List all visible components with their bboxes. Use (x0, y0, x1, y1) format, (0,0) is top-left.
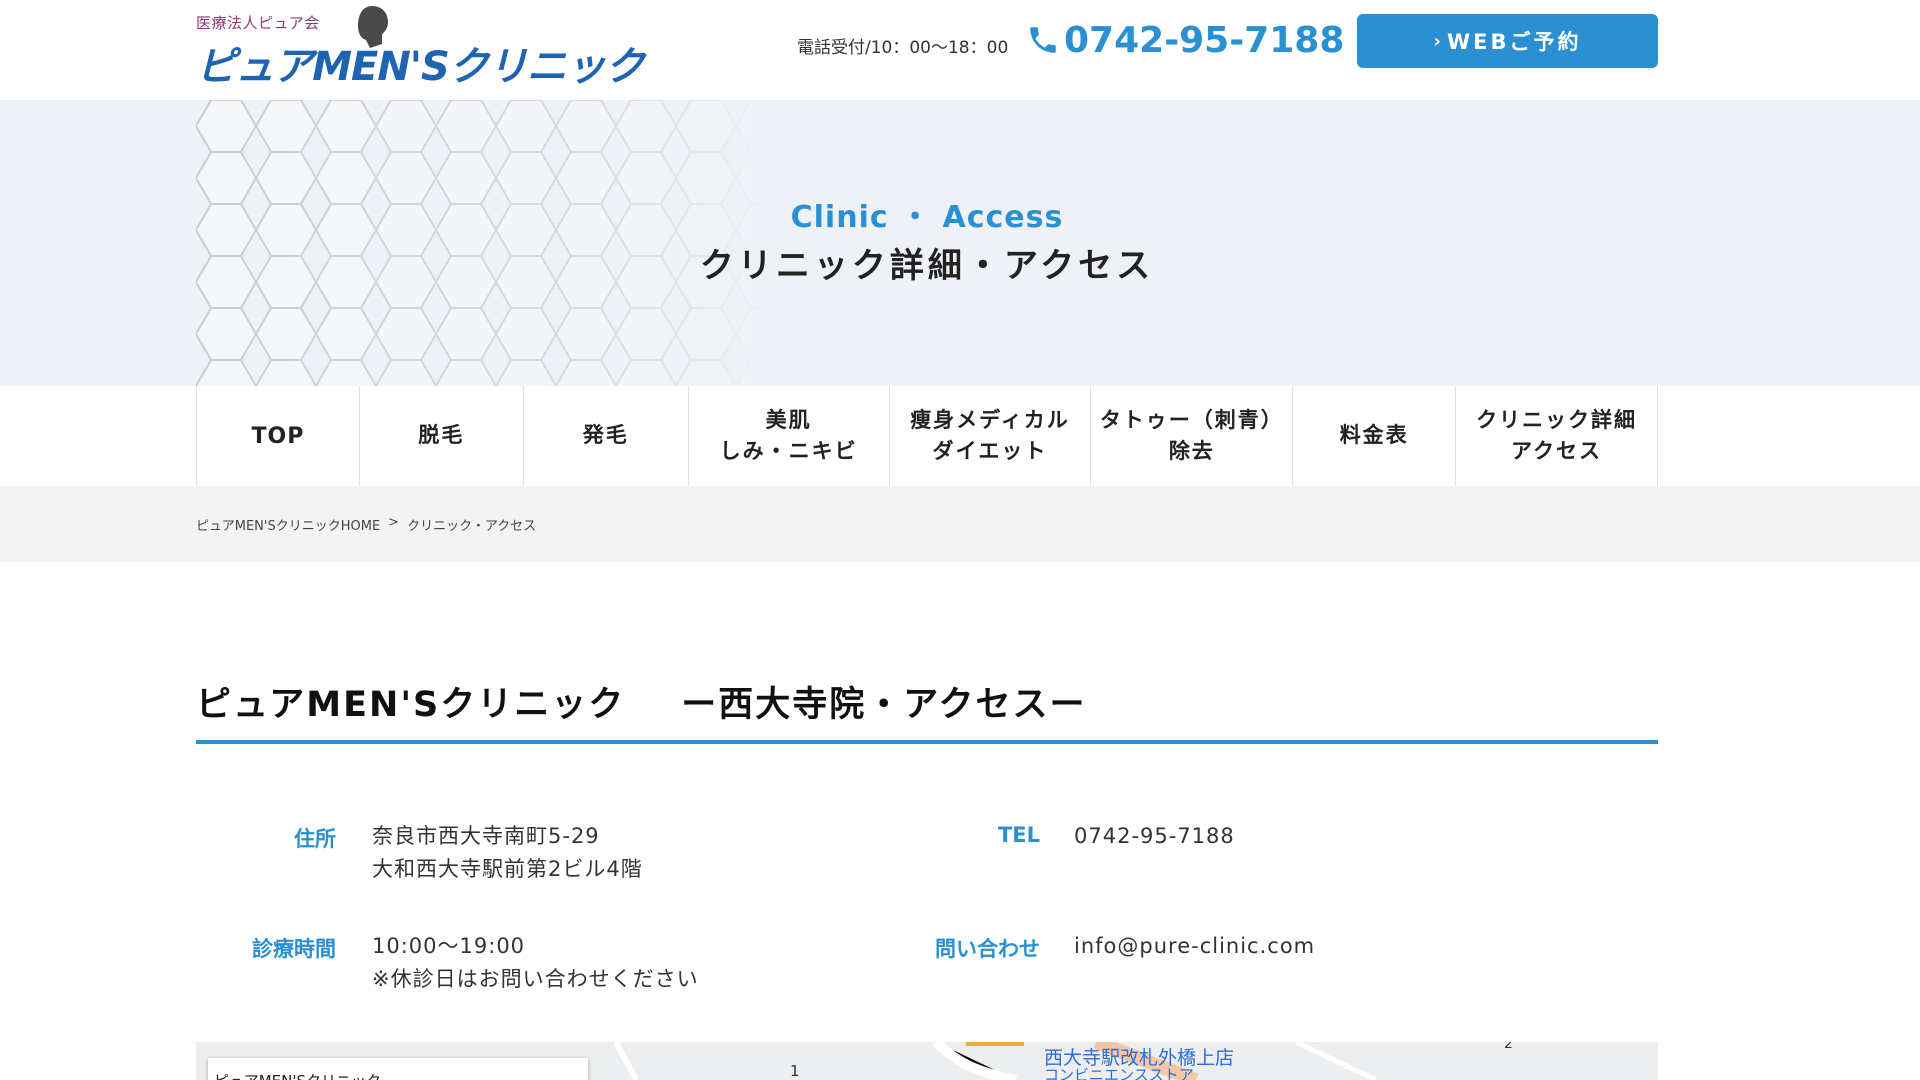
global-nav: TOP 脱毛 発毛 美肌 しみ・ニキビ 痩身メディカル ダイエット タトゥー（刺… (196, 386, 1658, 486)
hero-title-en: Clinic ・ Access (790, 200, 1064, 235)
page-title-main: ピュアMEN'Sクリニック (196, 685, 626, 725)
address-line-1: 奈良市西大寺南町5-29 (372, 824, 600, 848)
nav-item-skin-care[interactable]: 美肌 しみ・ニキビ (689, 386, 890, 486)
address-line-2: 大和西大寺駅前第2ビル4階 (372, 856, 643, 881)
hours-note: ※休診日はお問い合わせください (372, 966, 699, 991)
nav-item-clinic-access[interactable]: クリニック詳細 アクセス (1456, 386, 1658, 486)
web-reserve-label: WEBご予約 (1446, 30, 1582, 54)
map-store-type: コンビニエンスストア (1044, 1066, 1194, 1080)
hours-time: 10:00〜19:00 (372, 934, 526, 958)
nav-item-hair-growth[interactable]: 発毛 (524, 386, 689, 486)
phone-number: 0742-95-7188 (1064, 19, 1345, 61)
site-logo[interactable]: 医療法人ピュア会 ピュアMEN'Sクリニック (196, 4, 645, 94)
page-title: ピュアMEN'Sクリニック ー西大寺院・アクセスー (196, 676, 1087, 727)
map-label-1: 1 (790, 1062, 800, 1080)
map-label-2: 2 (1504, 1042, 1513, 1052)
address-value: 奈良市西大寺南町5-29 大和西大寺駅前第2ビル4階 (372, 820, 643, 885)
title-underline (196, 740, 1658, 744)
chevron-right-icon: › (1433, 30, 1441, 52)
phone-icon (1030, 27, 1056, 53)
logo-corp-name: 医療法人ピュア会 (196, 14, 320, 32)
tel-value[interactable]: 0742-95-7188 (1074, 820, 1235, 853)
nav-item-price-list[interactable]: 料金表 (1293, 386, 1457, 486)
logo-wordmark: ピュアMEN'Sクリニック (196, 44, 645, 90)
nav-item-medical-diet[interactable]: 痩身メディカル ダイエット (890, 386, 1092, 486)
breadcrumb-separator: > (388, 515, 400, 530)
hero-banner: Clinic ・ Access クリニック詳細・アクセス (0, 100, 1920, 386)
nav-item-tattoo-removal[interactable]: タトゥー（刺青） 除去 (1091, 386, 1294, 486)
web-reserve-button[interactable]: › WEBご予約 (1357, 14, 1658, 68)
phone-link[interactable]: 0742-95-7188 (1026, 16, 1344, 64)
nav-item-top[interactable]: TOP (197, 386, 360, 486)
site-header: 医療法人ピュア会 ピュアMEN'Sクリニック 電話受付/10：00〜18：00 … (0, 0, 1920, 100)
page-title-sub: ー西大寺院・アクセスー (681, 685, 1087, 725)
phone-hours: 電話受付/10：00〜18：00 (797, 38, 1009, 58)
contact-email[interactable]: info@pure-clinic.com (1074, 930, 1315, 963)
hours-label: 診療時間 (252, 937, 336, 961)
hero-title-ja: クリニック詳細・アクセス (699, 246, 1155, 286)
google-map-embed[interactable]: ピュアMEN'Sクリニック 1 西大寺駅改札外橋上店 コンビニエンスストア 2 (196, 1042, 1658, 1080)
contact-label: 問い合わせ (935, 937, 1040, 961)
breadcrumb: ピュアMEN'SクリニックHOME > クリニック・アクセス (196, 515, 536, 534)
breadcrumb-bar: ピュアMEN'SクリニックHOME > クリニック・アクセス (0, 486, 1920, 562)
map-card-title: ピュアMEN'Sクリニック (214, 1070, 381, 1080)
breadcrumb-home-link[interactable]: ピュアMEN'SクリニックHOME (196, 515, 380, 534)
address-label: 住所 (294, 827, 336, 851)
breadcrumb-current: クリニック・アクセス (407, 519, 537, 534)
hours-value: 10:00〜19:00 ※休診日はお問い合わせください (372, 930, 699, 995)
tel-label: TEL (997, 823, 1040, 847)
nav-item-hair-removal[interactable]: 脱毛 (360, 386, 524, 486)
